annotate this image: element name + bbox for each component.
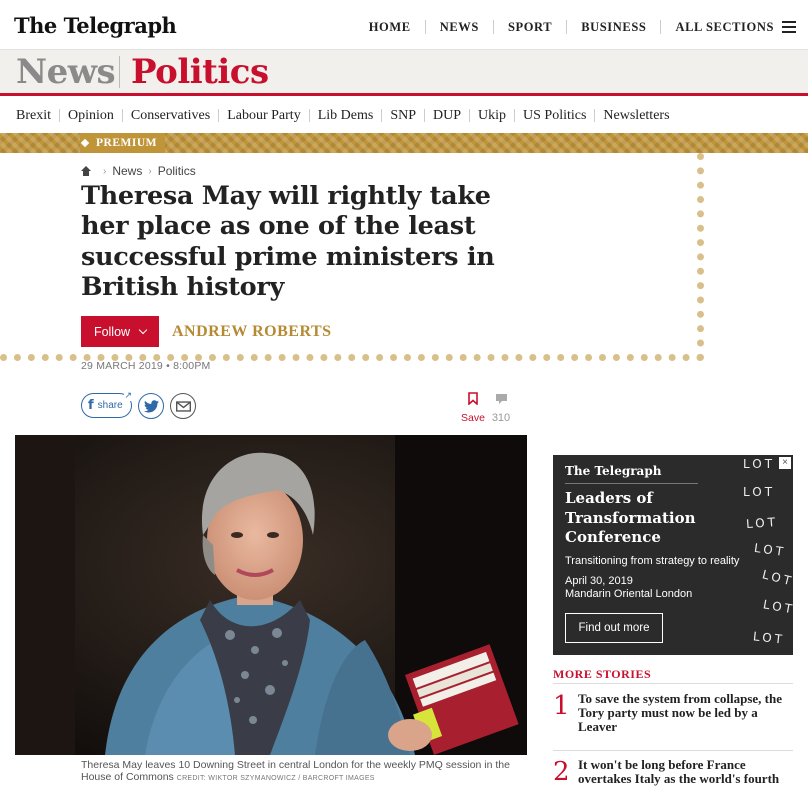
story-title[interactable]: It won't be long before France overtakes…	[578, 758, 793, 786]
nav-business[interactable]: BUSINESS	[567, 20, 662, 34]
comment-icon	[495, 394, 507, 404]
mail-icon	[175, 400, 191, 412]
ad-lot-text: LOT	[743, 457, 776, 471]
email-share-button[interactable]	[170, 393, 196, 419]
premium-badge: PREMIUM	[80, 133, 165, 153]
breadcrumb-news[interactable]: News	[112, 164, 142, 178]
story-item[interactable]: 1 To save the system from collapse, the …	[553, 692, 793, 742]
nav-news[interactable]: NEWS	[426, 20, 494, 34]
ad-title: Leaders of Transformation Conference	[565, 489, 696, 546]
image-credit: CREDIT: WIKTOR SZYMANOWICZ / BARCROFT IM…	[176, 775, 375, 782]
subnav-newsletters[interactable]: Newsletters	[595, 108, 677, 122]
subnav-snp[interactable]: SNP	[382, 108, 425, 122]
chevron-right-icon: ›	[148, 165, 152, 177]
twitter-share-button[interactable]	[138, 393, 164, 419]
bookmark-icon	[468, 392, 478, 406]
follow-button[interactable]: Follow	[81, 316, 159, 347]
story-item[interactable]: 2 It won't be long before France overtak…	[553, 758, 793, 792]
ad-logo: The Telegraph	[565, 464, 662, 478]
nav-all-sections[interactable]: ALL SECTIONS	[661, 20, 782, 34]
comments-button[interactable]: 310	[488, 392, 514, 424]
advertisement[interactable]: The Telegraph Leaders of Transformation …	[553, 455, 793, 655]
author-name[interactable]: ANDREW ROBERTS	[172, 323, 332, 341]
breadcrumb-politics[interactable]: Politics	[158, 164, 196, 178]
premium-band: PREMIUM	[0, 133, 808, 153]
more-stories-heading: MORE STORIES	[553, 667, 652, 681]
section-politics-title[interactable]: Politics	[131, 52, 269, 92]
save-label: Save	[461, 412, 485, 424]
chevron-right-icon: ›	[103, 165, 107, 177]
ad-close-icon[interactable]: ×	[779, 457, 791, 469]
story-number: 1	[553, 691, 570, 721]
ad-lot-text: LOT	[760, 567, 793, 589]
ad-subtitle: Transitioning from strategy to reality	[565, 555, 740, 567]
share-label: share	[97, 400, 123, 411]
home-icon[interactable]	[81, 166, 91, 176]
subnav-dup[interactable]: DUP	[425, 108, 471, 122]
subnav-labour-party[interactable]: Labour Party	[219, 108, 310, 122]
comment-count: 310	[491, 412, 511, 424]
article-headline: Theresa May will rightly take her place …	[81, 181, 495, 302]
section-divider	[119, 56, 120, 88]
top-bar: The Telegraph HOME NEWS SPORT BUSINESS A…	[0, 0, 808, 50]
story-number: 2	[553, 758, 570, 787]
subnav-conservatives[interactable]: Conservatives	[123, 108, 220, 122]
story-title[interactable]: To save the system from collapse, the To…	[578, 692, 793, 734]
subnav-brexit[interactable]: Brexit	[8, 108, 60, 122]
subnav-ukip[interactable]: Ukip	[470, 108, 516, 122]
ad-lot-text: LOT	[743, 485, 776, 499]
diamond-icon	[80, 138, 90, 148]
section-header: News Politics	[0, 50, 808, 96]
ad-lot-text: LOT	[762, 597, 793, 617]
subnav-us-politics[interactable]: US Politics	[515, 108, 596, 122]
twitter-icon	[143, 399, 159, 412]
top-nav: HOME NEWS SPORT BUSINESS ALL SECTIONS	[355, 20, 796, 34]
site-logo[interactable]: The Telegraph	[14, 13, 177, 38]
ad-divider	[565, 483, 698, 484]
premium-label: PREMIUM	[96, 137, 157, 149]
divider	[553, 750, 793, 751]
image-caption: Theresa May leaves 10 Downing Street in …	[81, 759, 531, 785]
chevron-down-icon	[138, 325, 148, 334]
subnav-opinion[interactable]: Opinion	[60, 108, 123, 122]
subnav-lib-dems[interactable]: Lib Dems	[310, 108, 383, 122]
follow-label: Follow	[93, 324, 131, 339]
hero-illustration	[15, 435, 527, 755]
ad-lot-text: LOT	[752, 629, 786, 647]
politics-subnav: Brexit Opinion Conservatives Labour Part…	[0, 99, 808, 131]
external-arrow-icon: ↗	[124, 390, 132, 401]
menu-icon[interactable]	[782, 21, 796, 33]
divider	[553, 683, 793, 684]
publish-date: 29 MARCH 2019 • 8:00PM	[81, 360, 211, 372]
ad-lot-text: LOT	[745, 514, 779, 532]
nav-sport[interactable]: SPORT	[494, 20, 568, 34]
facebook-share-button[interactable]: f share ↗	[81, 390, 132, 418]
ad-date: April 30, 2019	[565, 575, 633, 587]
ad-venue: Mandarin Oriental London	[565, 588, 693, 600]
breadcrumb: › News › Politics	[81, 164, 196, 178]
section-news-link[interactable]: News	[16, 52, 116, 92]
hero-image[interactable]	[15, 435, 527, 755]
ad-lot-text: LOT	[753, 540, 787, 560]
nav-home[interactable]: HOME	[355, 20, 426, 34]
facebook-icon: f	[88, 398, 94, 413]
save-button[interactable]: Save	[460, 392, 486, 424]
ad-find-out-more-button[interactable]: Find out more	[565, 613, 663, 643]
